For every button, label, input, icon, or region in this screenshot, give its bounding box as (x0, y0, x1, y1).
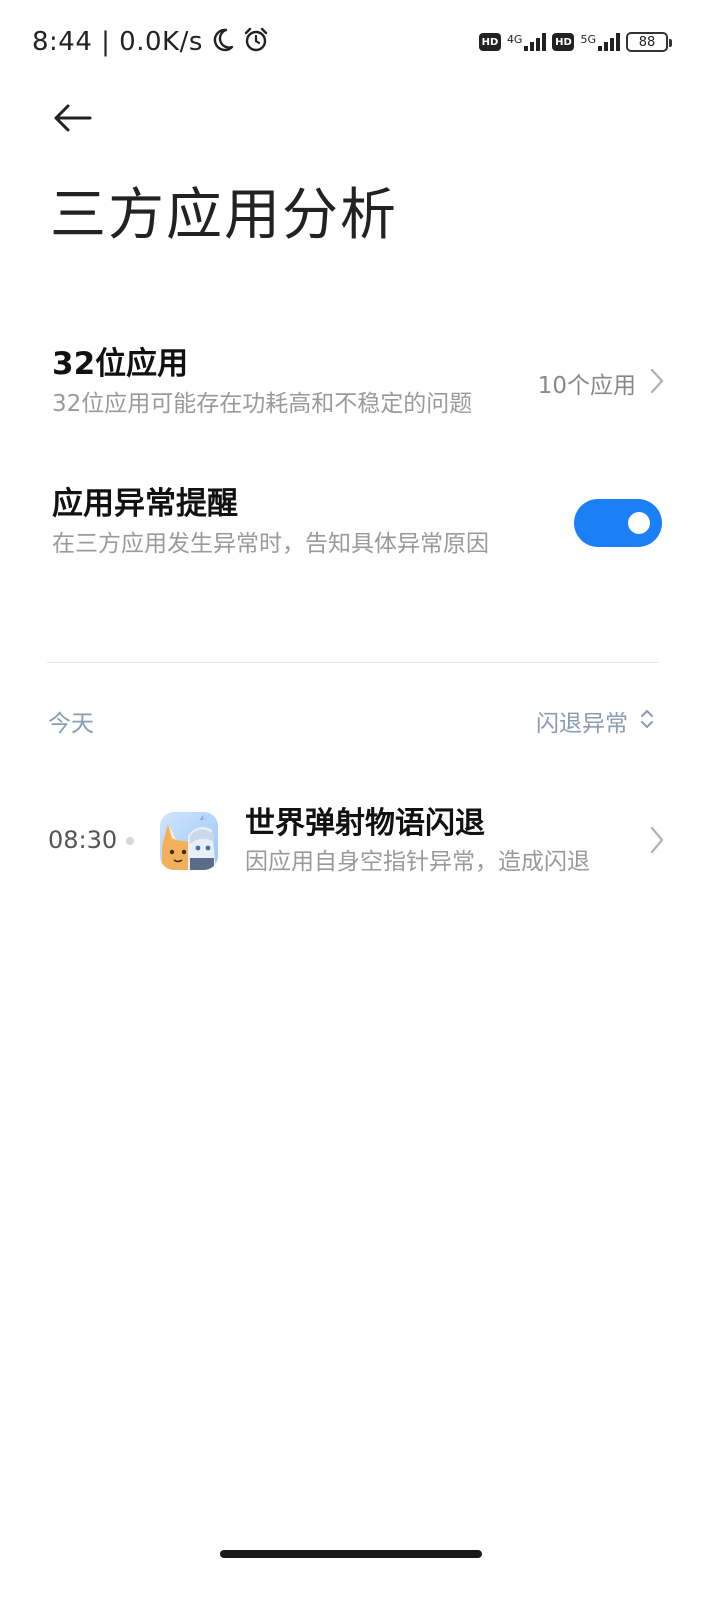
app32-row[interactable]: 32位应用 32位应用可能存在功耗高和不稳定的问题 10个应用 (52, 344, 668, 428)
network-type-label: 5G (580, 33, 596, 46)
status-left: 8:44 | 0.0K/s (32, 24, 269, 60)
back-button[interactable] (46, 96, 98, 144)
alarm-icon (243, 27, 269, 57)
network-type-label: 4G (506, 33, 523, 46)
toggle-knob (628, 512, 650, 534)
app-icon (160, 812, 218, 870)
app32-count: 10个应用 (537, 373, 636, 399)
hd-badge: HD (478, 33, 501, 51)
app32-value-group: 10个应用 (538, 366, 664, 400)
status-right: HD 4G HD 5G 88 (478, 26, 672, 58)
event-description: 因应用自身空指针异常，造成闪退 (245, 849, 590, 875)
chevron-right-icon (650, 368, 664, 398)
status-bar: 8:44 | 0.0K/s HD 4G HD 5G 88 (0, 0, 720, 84)
timeline-dot (126, 837, 134, 845)
status-time: 8:44 | 0.0K/s (32, 27, 203, 57)
moon-icon (211, 27, 235, 57)
abnormal-reminder-row: 应用异常提醒 在三方应用发生异常时，告知具体异常原因 (52, 484, 668, 568)
abnormal-reminder-toggle[interactable] (574, 499, 662, 547)
chevron-up-down-icon (640, 708, 654, 734)
home-indicator[interactable] (220, 1550, 482, 1558)
chevron-right-icon (650, 826, 664, 858)
hd-badge: HD (552, 33, 575, 51)
battery-icon: 88 (626, 32, 672, 52)
page-title: 三方应用分析 (50, 183, 398, 248)
filter-label: 闪退异常 (536, 711, 628, 737)
signal-5g-icon: 5G (580, 33, 620, 51)
event-title: 世界弹射物语闪退 (245, 806, 485, 841)
signal-4g-icon: 4G (507, 33, 547, 51)
arrow-left-icon (52, 103, 92, 137)
event-row[interactable]: 08:30 世界弹射物语闪退 因应用自身空指针异常，造成闪退 (48, 800, 664, 884)
date-label: 今天 (48, 711, 94, 737)
events-section-header: 今天 闪退异常 (48, 704, 654, 738)
filter-select[interactable]: 闪退异常 (536, 704, 654, 738)
divider (47, 662, 659, 663)
event-time: 08:30 (48, 826, 118, 854)
battery-level: 88 (638, 34, 656, 50)
